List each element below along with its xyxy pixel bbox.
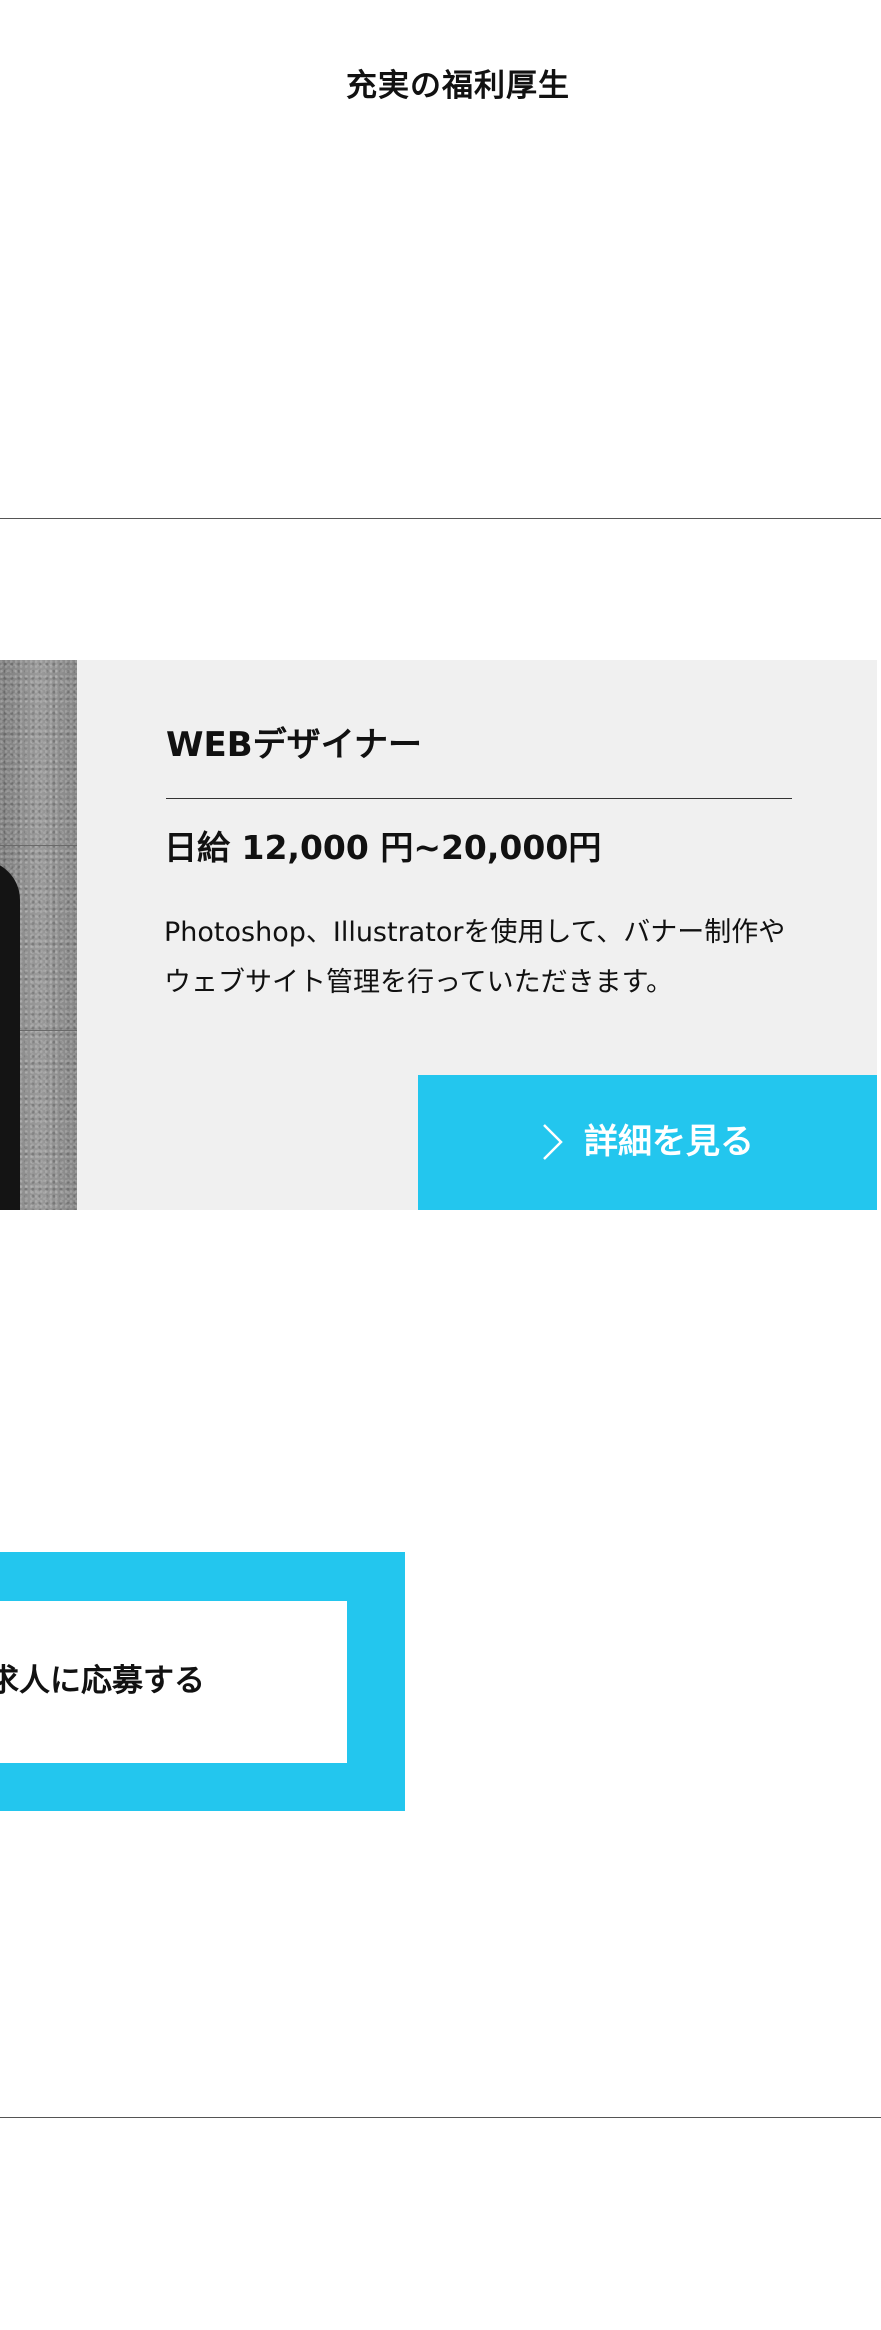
photo-tile-seam xyxy=(0,845,77,846)
apply-button[interactable]: 求人に応募する xyxy=(0,1601,347,1763)
photo-person-silhouette xyxy=(0,860,20,1210)
apply-button-label: 求人に応募する xyxy=(0,1663,205,1699)
job-salary: 日給 12,000 円~20,000円 xyxy=(164,828,602,867)
view-details-button[interactable]: 詳細を見る xyxy=(418,1075,877,1210)
job-photo xyxy=(0,660,77,1210)
job-title: WEBデザイナー xyxy=(166,725,422,765)
section-divider-bottom xyxy=(0,2117,881,2118)
benefits-heading: 充実の福利厚生 xyxy=(346,67,570,104)
job-description: Photoshop、Illustratorを使用して、バナー制作や ウェブサイト… xyxy=(164,908,854,1008)
view-details-label: 詳細を見る xyxy=(584,1122,754,1162)
job-title-rule xyxy=(166,798,792,799)
section-divider-top xyxy=(0,518,881,519)
chevron-right-icon xyxy=(543,1124,563,1160)
job-description-line: ウェブサイト管理を行っていただきます。 xyxy=(164,967,673,998)
job-description-line: Photoshop、Illustratorを使用して、バナー制作や xyxy=(164,917,786,948)
